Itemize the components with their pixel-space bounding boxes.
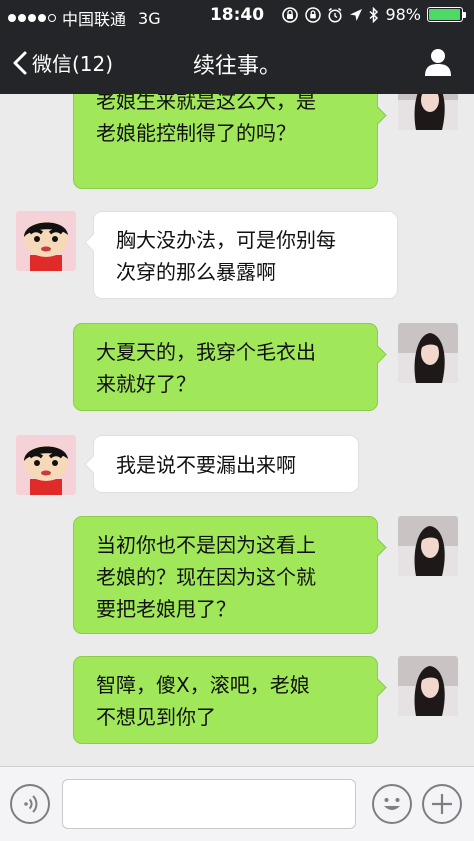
message-input[interactable] xyxy=(62,779,356,829)
friend-avatar[interactable] xyxy=(16,435,76,495)
emoji-icon xyxy=(384,798,400,810)
chat-title: 续往事。 xyxy=(192,54,281,79)
input-bar xyxy=(0,766,474,841)
message-text: 当初你也不是因为这看上 xyxy=(96,533,316,557)
status-bar: 中国联通 3G 18:40 98% xyxy=(0,0,474,30)
message-text: 老娘能控制得了的吗？ xyxy=(96,121,296,145)
message-text: 我是说不要漏出来啊 xyxy=(116,453,296,477)
message-list[interactable]: 老娘生来就是这么大，是 老娘能控制得了的吗？ 胸大没办法，可是你别每 次穿的那么… xyxy=(0,94,474,766)
voice-icon xyxy=(24,795,38,813)
cartoon-boy-icon xyxy=(16,435,76,495)
my-avatar[interactable] xyxy=(398,656,458,716)
message-bubble[interactable]: 胸大没办法，可是你别每 次穿的那么暴露啊 xyxy=(84,211,398,299)
status-right: 98% xyxy=(281,5,466,24)
message-text: 不想见到你了 xyxy=(96,705,216,729)
message-text: 老娘生来就是这么大，是 xyxy=(96,94,316,113)
bluetooth-icon xyxy=(369,6,379,23)
message-text: 要把老娘甩了？ xyxy=(96,597,236,621)
girl-photo-icon xyxy=(398,323,458,383)
message-text: 胸大没办法，可是你别每 xyxy=(116,228,336,252)
message-text: 智障，傻X，滚吧，老娘 xyxy=(96,673,310,697)
battery-icon xyxy=(427,7,463,22)
rotation-lock-icon xyxy=(282,6,299,23)
message-bubble[interactable]: 当初你也不是因为这看上 老娘的？现在因为这个就 要把老娘甩了？ xyxy=(73,516,387,634)
girl-photo-icon xyxy=(398,656,458,716)
message-text: 大夏天的，我穿个毛衣出 xyxy=(96,340,316,364)
my-avatar[interactable] xyxy=(398,94,458,130)
message-bubble[interactable]: 老娘生来就是这么大，是 老娘能控制得了的吗？ xyxy=(73,94,387,189)
plus-icon xyxy=(432,794,452,814)
message-bubble[interactable]: 大夏天的，我穿个毛衣出 来就好了？ xyxy=(73,323,387,411)
add-button[interactable] xyxy=(422,784,462,824)
cartoon-boy-icon xyxy=(16,211,76,271)
emoji-button[interactable] xyxy=(372,784,412,824)
chat-header: 微信(12) 续往事。 xyxy=(0,30,474,94)
message-text: 次穿的那么暴露啊 xyxy=(116,260,276,284)
location-arrow-icon xyxy=(350,8,363,21)
message-text: 来就好了？ xyxy=(96,372,196,396)
profile-icon[interactable] xyxy=(422,46,454,78)
message-bubble[interactable]: 我是说不要漏出来啊 xyxy=(84,435,359,493)
girl-photo-icon xyxy=(398,94,458,130)
my-avatar[interactable] xyxy=(398,323,458,383)
friend-avatar[interactable] xyxy=(16,211,76,271)
lock-icon xyxy=(305,6,322,23)
battery-percent: 98% xyxy=(385,5,421,24)
voice-button[interactable] xyxy=(10,784,50,824)
message-bubble[interactable]: 智障，傻X，滚吧，老娘 不想见到你了 xyxy=(73,656,387,744)
message-text: 老娘的？现在因为这个就 xyxy=(96,565,316,589)
my-avatar[interactable] xyxy=(398,516,458,576)
alarm-icon xyxy=(328,7,342,23)
girl-photo-icon xyxy=(398,516,458,576)
